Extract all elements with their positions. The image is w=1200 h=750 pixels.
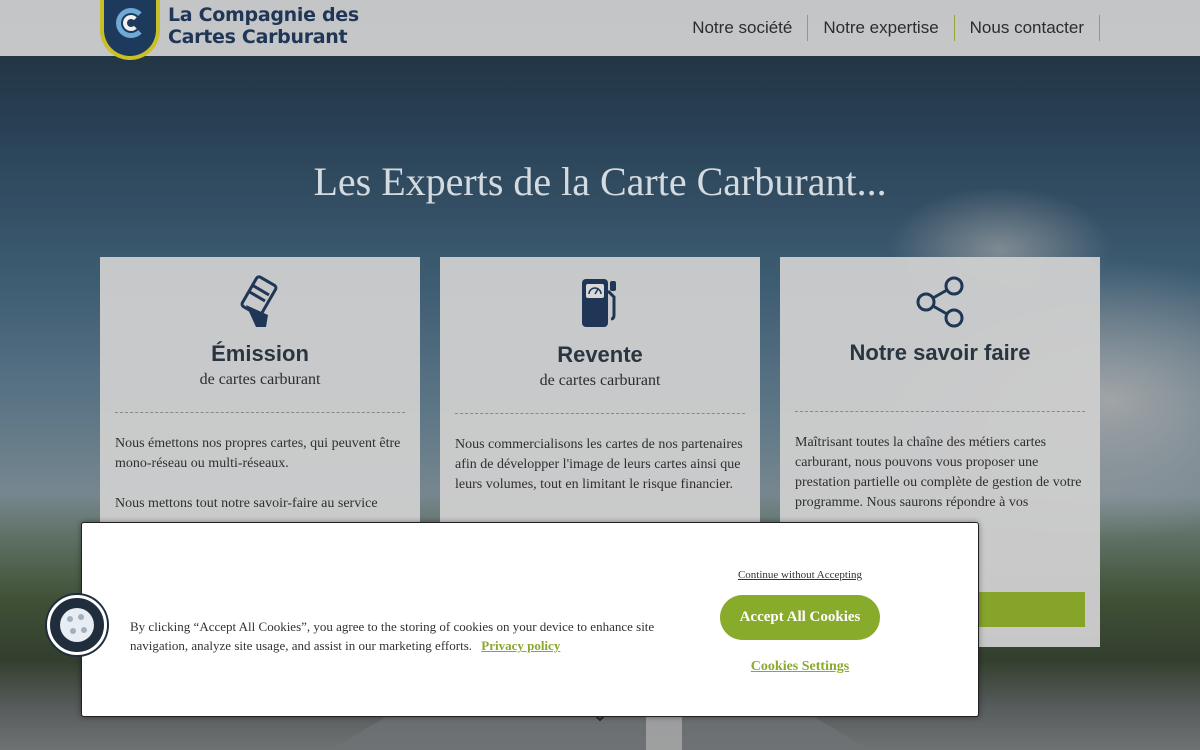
card-subtitle: de cartes carburant [199, 371, 321, 388]
site-header: La Compagnie des Cartes Carburant Notre … [0, 0, 1200, 60]
card-paragraph: Nous émettons nos propres cartes, qui pe… [115, 436, 401, 471]
cookie-consent-banner: By clicking “Accept All Cookies”, you ag… [81, 522, 979, 717]
nav-item-expertise[interactable]: Notre expertise [808, 15, 955, 41]
card-subtitle: de cartes carburant [539, 372, 661, 389]
main-nav: Notre société Notre expertise Nous conta… [677, 15, 1100, 41]
accept-all-cookies-button[interactable]: Accept All Cookies [720, 595, 880, 640]
card-title: Revente [557, 342, 643, 367]
card-divider [115, 412, 405, 413]
card-body: Nous commercialisons les cartes de nos p… [455, 435, 747, 495]
privacy-policy-link[interactable]: Privacy policy [481, 638, 560, 653]
card-title: Notre savoir faire [849, 340, 1031, 365]
logo-line-1: La Compagnie des [168, 4, 359, 26]
logo-line-2: Cartes Carburant [168, 26, 348, 48]
card-payment-icon [100, 275, 420, 331]
card-divider [795, 411, 1085, 412]
card-paragraph: Nous commercialisons les cartes de nos p… [455, 437, 743, 492]
cookie-icon [60, 608, 94, 642]
share-network-icon [780, 275, 1100, 331]
card-paragraph: Maîtrisant toutes la chaîne des métiers … [795, 435, 1082, 510]
cookies-settings-button[interactable]: Cookies Settings [720, 659, 880, 675]
company-logo[interactable]: La Compagnie des Cartes Carburant [100, 0, 360, 60]
nav-item-contact[interactable]: Nous contacter [955, 15, 1100, 41]
card-divider [455, 413, 745, 414]
card-body: Nous émettons nos propres cartes, qui pe… [115, 434, 407, 514]
continue-without-accepting-link[interactable]: Continue without Accepting [720, 569, 880, 581]
cookie-preferences-button[interactable] [47, 595, 107, 655]
cookie-consent-text: By clicking “Accept All Cookies”, you ag… [130, 617, 670, 655]
logo-text: La Compagnie des Cartes Carburant [168, 4, 368, 48]
card-title: Émission [211, 341, 309, 366]
card-body: Maîtrisant toutes la chaîne des métiers … [795, 433, 1087, 513]
cookie-consent-message: By clicking “Accept All Cookies”, you ag… [130, 619, 655, 653]
card-paragraph: Nous mettons tout notre savoir-faire au … [115, 496, 378, 511]
logo-shield-icon [100, 0, 160, 60]
nav-item-societe[interactable]: Notre société [677, 15, 809, 41]
fuel-pump-icon [440, 275, 760, 331]
hero-title: Les Experts de la Carte Carburant... [313, 159, 887, 204]
